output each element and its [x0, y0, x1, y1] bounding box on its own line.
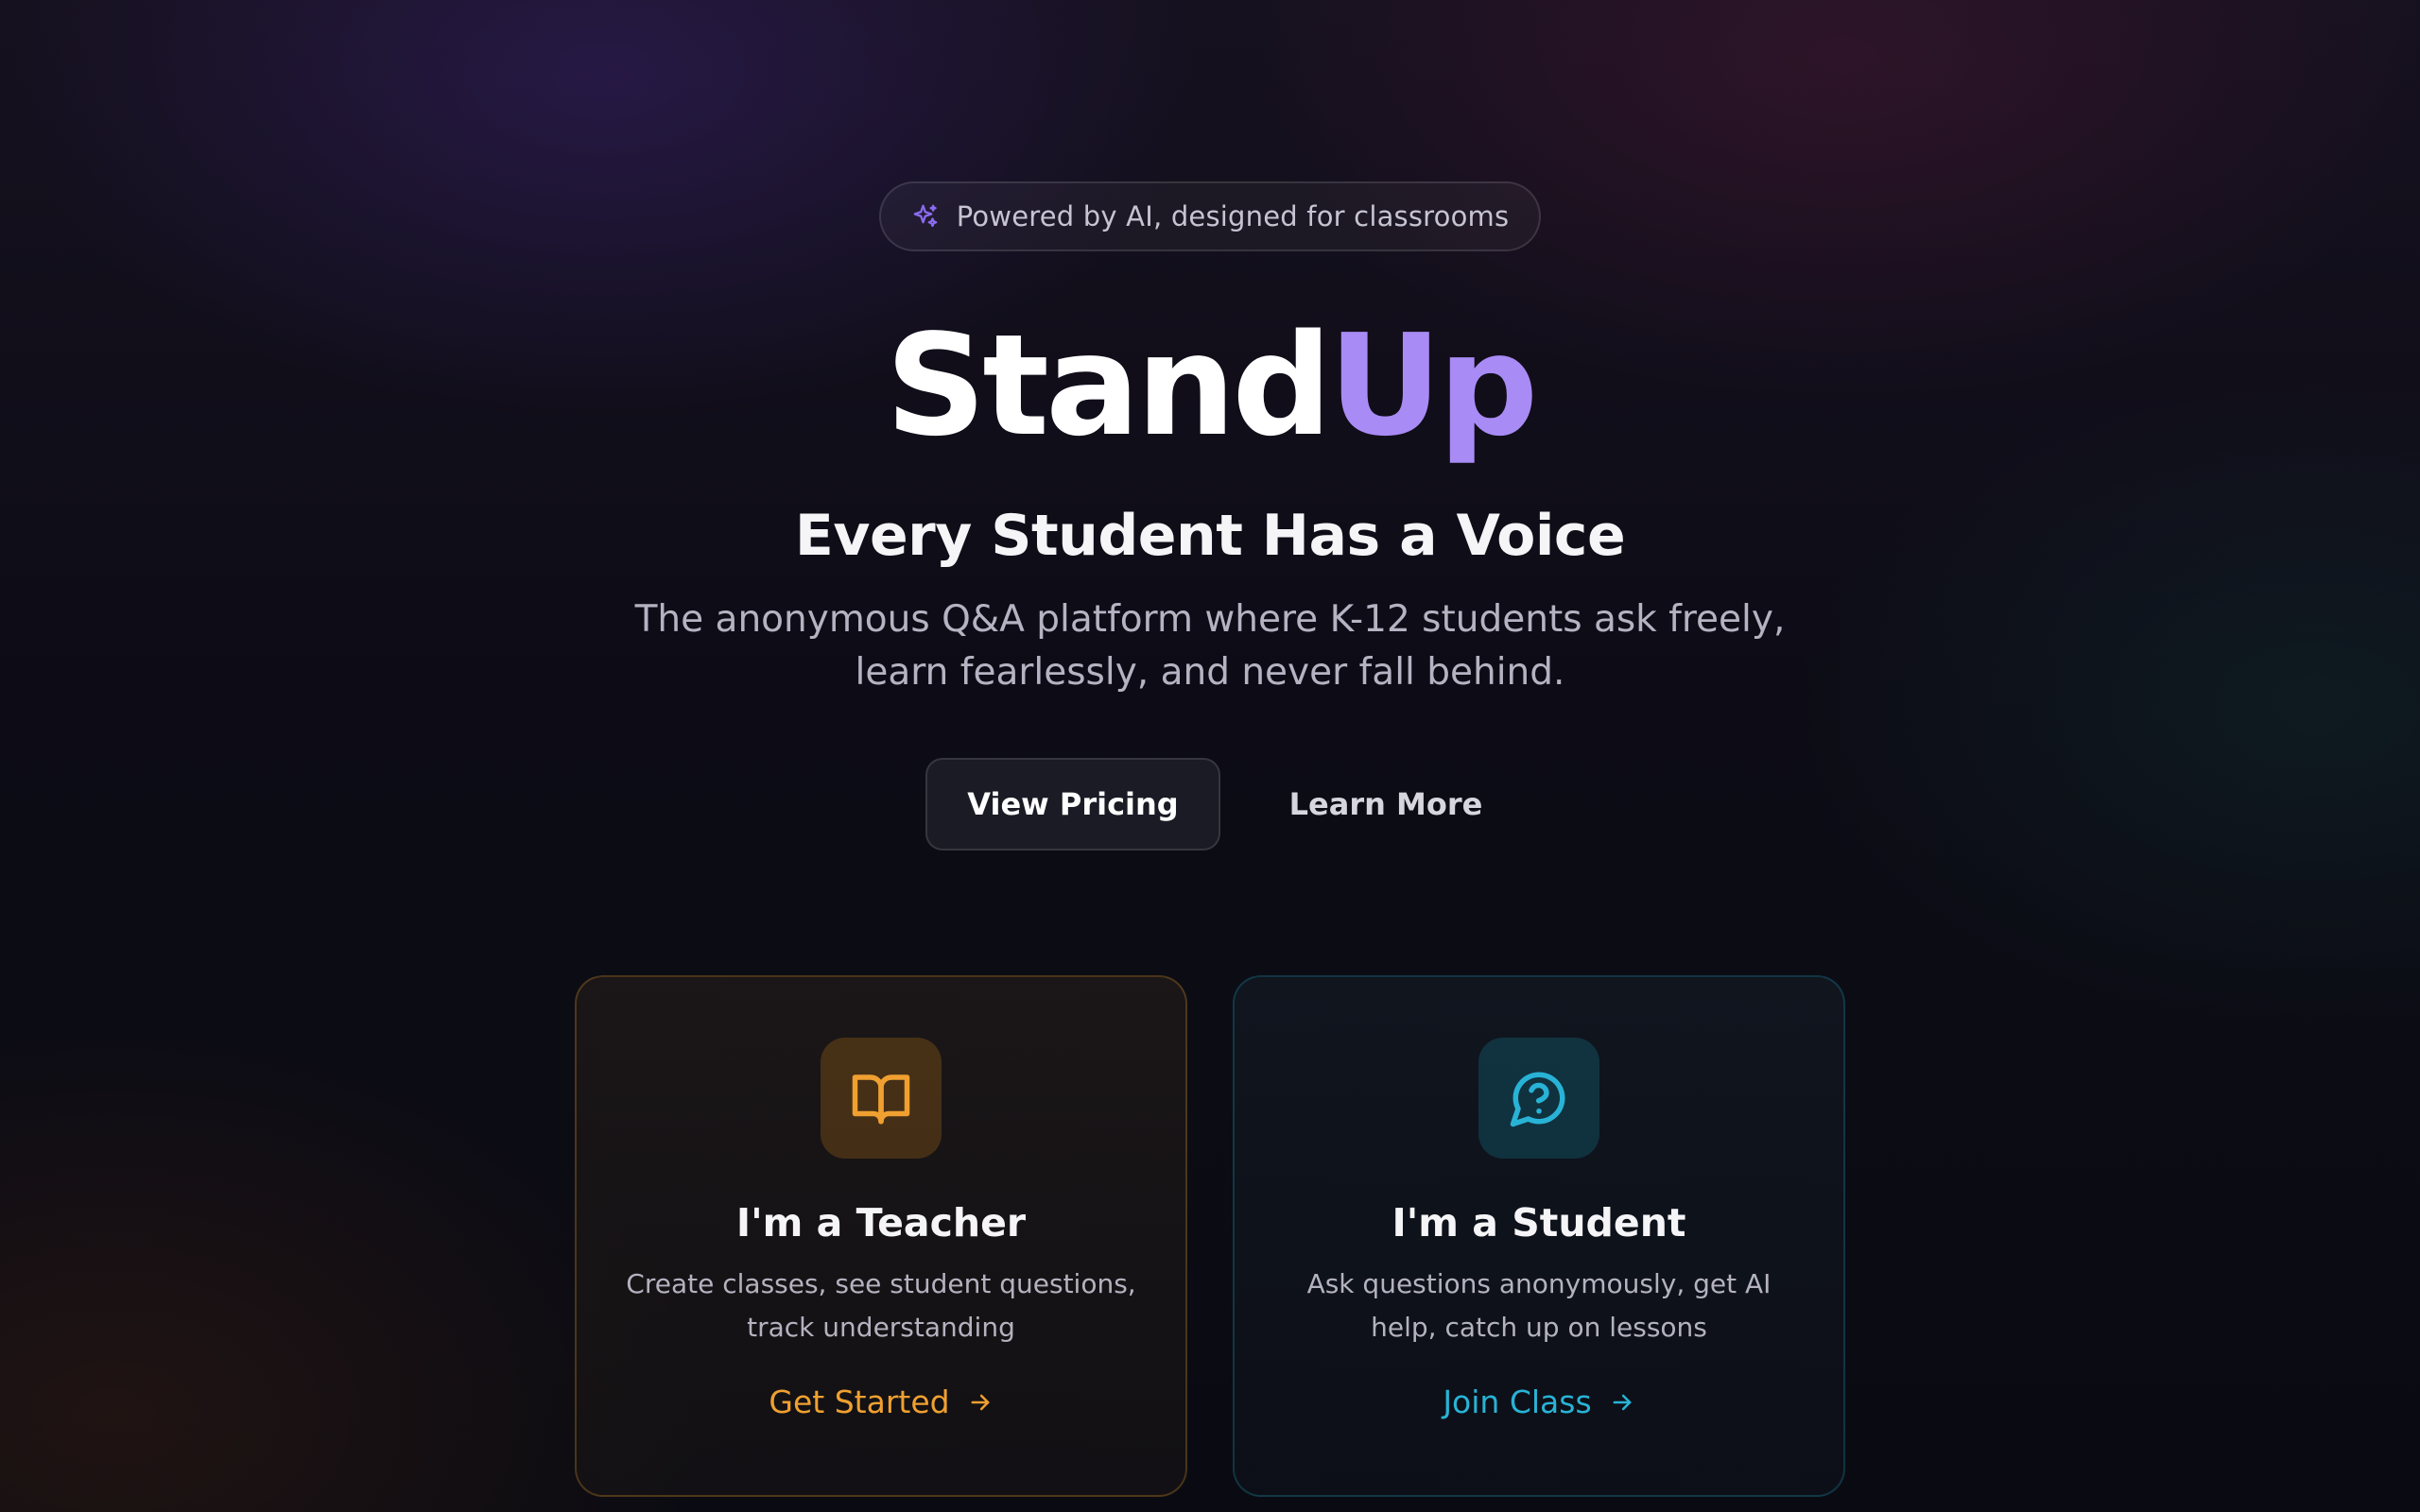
hero-section: Powered by AI, designed for classrooms S… — [0, 0, 2420, 850]
brand-logo: StandUp — [886, 310, 1539, 461]
brand-part-up: Up — [1328, 304, 1538, 467]
get-started-label: Get Started — [769, 1383, 950, 1420]
arrow-right-icon — [967, 1389, 994, 1416]
hero-tagline: Every Student Has a Voice — [794, 503, 1626, 569]
student-card-title: I'm a Student — [1392, 1200, 1686, 1246]
cta-row: View Pricing Learn More — [925, 758, 1495, 850]
message-question-icon — [1508, 1067, 1570, 1129]
view-pricing-button[interactable]: View Pricing — [925, 758, 1220, 850]
sparkles-icon — [911, 202, 940, 231]
teacher-card[interactable]: I'm a Teacher Create classes, see studen… — [575, 975, 1187, 1497]
teacher-card-title: I'm a Teacher — [735, 1200, 1027, 1246]
student-card-description: Ask questions anonymously, get AI help, … — [1306, 1268, 1772, 1343]
student-card[interactable]: I'm a Student Ask questions anonymously,… — [1233, 975, 1845, 1497]
hero-subtitle: The anonymous Q&A platform where K-12 st… — [634, 598, 1786, 694]
student-icon-tile — [1478, 1038, 1599, 1159]
role-cards: I'm a Teacher Create classes, see studen… — [575, 975, 1845, 1497]
book-open-icon — [850, 1067, 912, 1129]
teacher-icon-tile — [821, 1038, 942, 1159]
join-class-label: Join Class — [1443, 1383, 1592, 1420]
teacher-card-description: Create classes, see student questions, t… — [626, 1268, 1136, 1343]
learn-more-button[interactable]: Learn More — [1277, 758, 1495, 850]
join-class-link[interactable]: Join Class — [1443, 1383, 1634, 1420]
ai-badge: Powered by AI, designed for classrooms — [878, 181, 1542, 251]
badge-text: Powered by AI, designed for classrooms — [956, 200, 1510, 232]
arrow-right-icon — [1609, 1389, 1635, 1416]
brand-part-stand: Stand — [885, 304, 1333, 467]
landing-page: Powered by AI, designed for classrooms S… — [0, 0, 2420, 1512]
get-started-link[interactable]: Get Started — [769, 1383, 993, 1420]
